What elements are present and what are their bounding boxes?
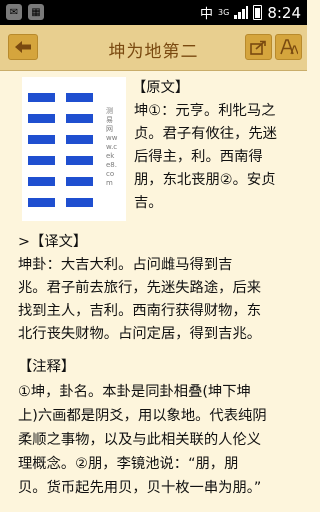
text-line: ①坤，卦名。本卦是同卦相叠(坤下坤 [18,384,251,400]
watermark: 测易网 www.ceke8.com [106,107,118,187]
text-line: 上)六画都是阴爻，用以象地。代表纯阴 [18,408,267,424]
yin-line-right [66,135,93,144]
clock: 8:24 [267,3,301,22]
yin-line-right [66,198,93,207]
yin-line-left [28,177,55,186]
text-line: 坤卦：大吉大利。占问雌马得到吉 [18,257,233,273]
notification-icons: ✉ ▦ [6,4,44,20]
text-line: 兆。君子前去旅行，先迷失路途，后来 [18,280,262,296]
text-line: 吉。 [134,195,163,211]
hexagram-image: 测易网 www.ceke8.com [22,77,126,221]
battery-icon [253,5,263,20]
font-size-button[interactable] [275,34,302,60]
app-grid-icon: ▦ [28,4,44,20]
share-button[interactable] [245,34,272,60]
yin-line-left [28,114,55,123]
yin-line-left [28,156,55,165]
yin-line-left [28,93,55,102]
title-bar: 坤为地第二 [0,25,307,71]
signal-icon [234,5,249,20]
status-bar: ✉ ▦ 中 3G 8:24 [0,0,307,25]
text-line: 朋，东北丧朋②。安贞 [134,172,276,188]
text-line: 贞。君子有攸往，先迷 [134,126,277,142]
section-heading-original: 【原文】 [132,80,190,96]
font-size-icon [279,39,298,55]
text-line: 理概念。②朋，李镜池说：“朋，朋 [18,456,239,472]
yin-line-right [66,156,93,165]
yin-line-right [66,177,93,186]
text-line: 后得主，利。西南得 [134,149,263,165]
status-right: 中 3G 8:24 [200,3,301,23]
yin-line-right [66,114,93,123]
text-line: 北行丧失财物。占问定居，得到吉兆。 [18,326,262,342]
share-icon [250,40,266,55]
yin-line-left [28,135,55,144]
network-char: 中 [200,7,214,22]
yin-line-right [66,93,93,102]
text-line: 柔顺之事物，以及与此相关联的人伦义 [18,432,262,448]
yin-line-left [28,198,55,207]
article-content: 测易网 www.ceke8.com 【原文】 坤①：元亨。利牝马之 贞。君子有攸… [0,71,307,512]
text-line: 找到主人，吉利。西南行获得财物，东 [18,303,262,319]
section-heading-translation[interactable]: >【译文】 [18,231,87,254]
chat-app-icon: ✉ [6,4,22,20]
text-line: 贝。货币起先用贝，贝十枚一串为朋。” [18,480,262,496]
section-heading-notes: 【注释】 [18,359,76,375]
network-type: 3G [218,7,230,17]
text-line: 坤①：元亨。利牝马之 [134,103,276,119]
